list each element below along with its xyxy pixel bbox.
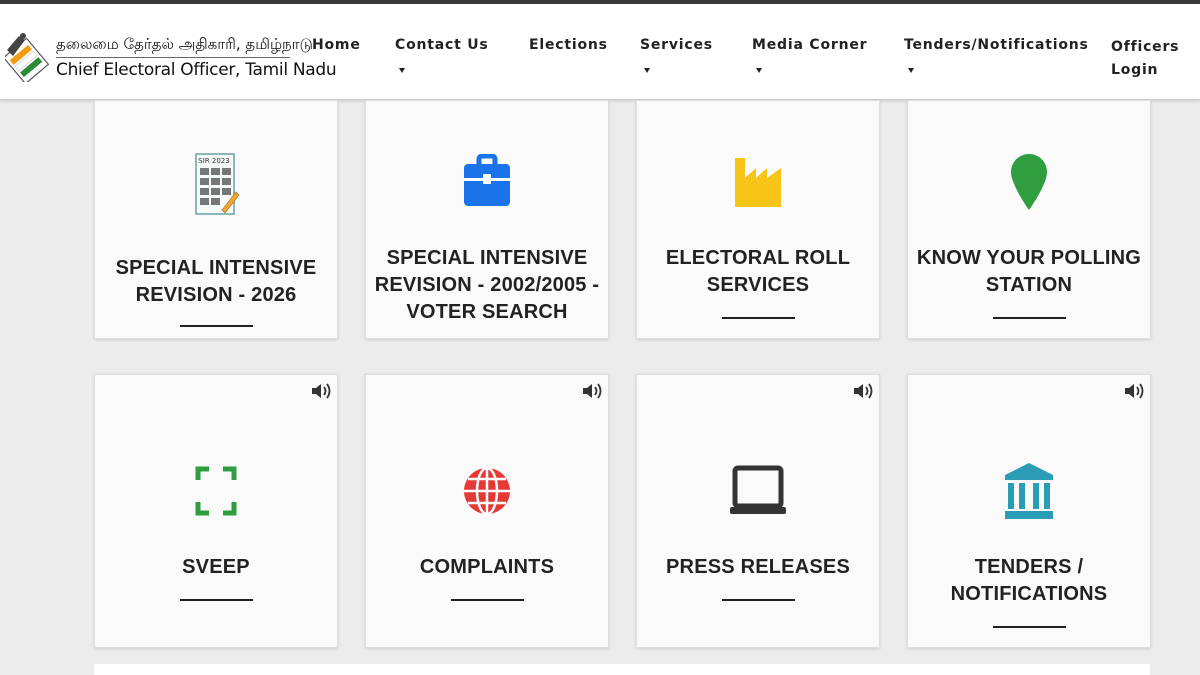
card-underline — [180, 599, 253, 601]
speaker-icon[interactable] — [1123, 381, 1145, 401]
media-corner-chevron-down-icon[interactable] — [756, 68, 762, 73]
card-title: SPECIAL INTENSIVE REVISION - 2026 — [115, 257, 317, 306]
card-title: KNOW YOUR POLLING STATION — [916, 247, 1142, 296]
card-sir-2002-2005-voter-search[interactable]: SPECIAL INTENSIVE REVISION - 2002/2005 -… — [365, 100, 609, 339]
services-chevron-down-icon[interactable] — [644, 68, 650, 73]
card-special-intensive-revision-2026[interactable]: SIR 2023 SPECIAL INTENSIVE REVISION - 20… — [94, 100, 338, 339]
nav-services[interactable]: Services — [640, 37, 713, 53]
factory-icon — [735, 158, 781, 207]
card-press-releases[interactable]: PRESS RELEASES — [636, 374, 880, 648]
nav-tenders-notifications[interactable]: Tenders/Notifications — [904, 37, 1089, 53]
brand-english-title: Chief Electoral Officer, Tamil Nadu — [56, 60, 337, 80]
card-electoral-roll-services[interactable]: ELECTORAL ROLL SERVICES — [636, 100, 880, 339]
speaker-icon[interactable] — [581, 381, 603, 401]
card-underline — [993, 317, 1066, 319]
briefcase-icon — [464, 154, 510, 206]
card-title: ELECTORAL ROLL SERVICES — [665, 247, 851, 296]
card-complaints[interactable]: COMPLAINTS — [365, 374, 609, 648]
nav-home[interactable]: Home — [312, 37, 361, 53]
card-title: SVEEP — [182, 556, 250, 578]
card-tenders-notifications[interactable]: TENDERS / NOTIFICATIONS — [907, 374, 1151, 648]
speaker-icon[interactable] — [310, 381, 332, 401]
card-title: PRESS RELEASES — [666, 556, 850, 578]
focus-frame-icon — [195, 466, 237, 516]
tenders-chevron-down-icon[interactable] — [908, 68, 914, 73]
sir-2023-document-icon: SIR 2023 — [195, 153, 240, 215]
bank-building-icon — [1005, 463, 1053, 519]
contact-us-chevron-down-icon[interactable] — [399, 68, 405, 73]
card-underline — [993, 626, 1066, 628]
speaker-icon[interactable] — [852, 381, 874, 401]
map-pin-icon — [1011, 154, 1047, 210]
laptop-icon — [730, 465, 786, 514]
card-underline — [722, 317, 795, 319]
nav-elections[interactable]: Elections — [529, 37, 608, 53]
card-underline — [451, 599, 524, 601]
card-sveep[interactable]: SVEEP — [94, 374, 338, 648]
nav-officers-login[interactable]: Officers Login — [1111, 36, 1181, 82]
card-underline — [180, 325, 253, 327]
site-header: தலைமை தேர்தல் அதிகாரி, தமிழ்நாடு Chief E… — [0, 4, 1200, 100]
card-underline — [722, 599, 795, 601]
card-title: TENDERS / NOTIFICATIONS — [950, 556, 1108, 605]
globe-icon — [464, 466, 510, 516]
card-title: SPECIAL INTENSIVE REVISION - 2002/2005 -… — [374, 247, 600, 323]
nav-contact-us[interactable]: Contact Us — [395, 37, 489, 53]
brand-divider — [56, 57, 290, 58]
next-section-panel — [94, 664, 1150, 675]
eci-logo-icon[interactable] — [5, 30, 49, 82]
card-title: COMPLAINTS — [419, 556, 555, 578]
sir-2023-label: SIR 2023 — [198, 157, 229, 165]
nav-media-corner[interactable]: Media Corner — [752, 37, 867, 53]
card-know-your-polling-station[interactable]: KNOW YOUR POLLING STATION — [907, 100, 1151, 339]
brand-tamil-title: தலைமை தேர்தல் அதிகாரி, தமிழ்நாடு — [56, 35, 313, 53]
